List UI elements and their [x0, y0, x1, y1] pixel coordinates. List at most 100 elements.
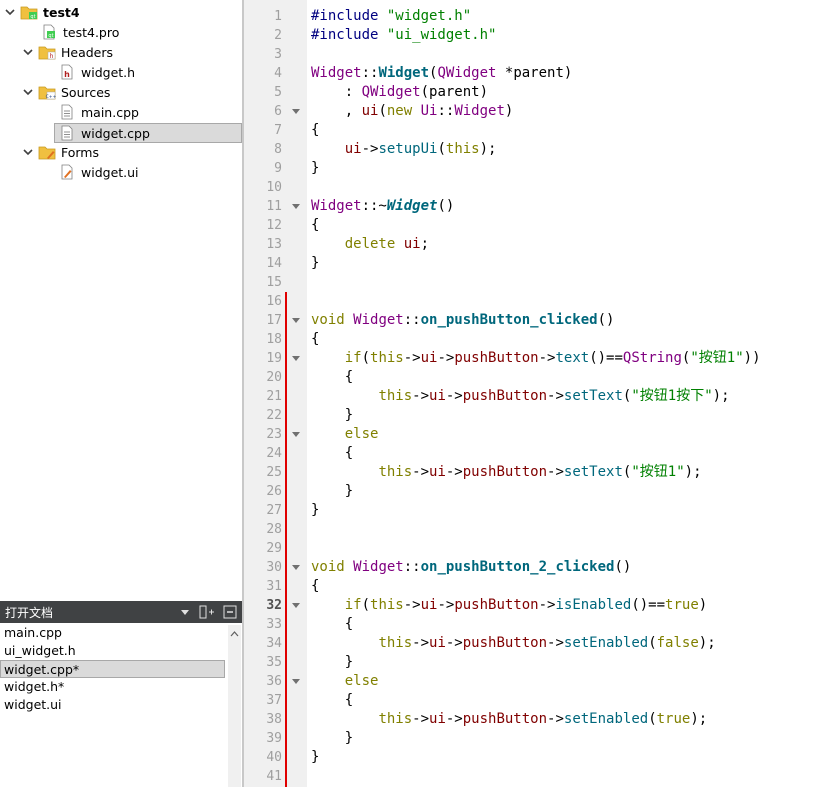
code-token: parent)	[513, 65, 573, 81]
code-line: #include "ui_widget.h"	[311, 26, 496, 45]
code-line: {	[311, 216, 319, 235]
tree-item-pro-file[interactable]: qt test4.pro	[40, 22, 119, 42]
code-line: void Widget::on_pushButton_2_clicked()	[311, 558, 631, 577]
code-token: setupUi	[378, 141, 438, 157]
code-token: ui	[420, 350, 438, 366]
code-token: ()==	[631, 597, 666, 613]
sources-label: Sources	[61, 84, 111, 100]
code-token: ui	[420, 597, 438, 613]
open-document-item[interactable]: widget.h*	[0, 678, 225, 696]
code-line: {	[311, 444, 353, 463]
project-name: test4	[43, 4, 80, 20]
code-line: this->ui->pushButton->setText("按钮1");	[311, 463, 702, 482]
code-token: this	[378, 711, 413, 727]
code-line: }	[311, 254, 319, 273]
close-panel-icon[interactable]	[223, 605, 237, 622]
code-token: );	[684, 464, 702, 480]
fold-arrow-icon[interactable]	[292, 356, 300, 361]
chevron-down-icon[interactable]	[22, 146, 34, 158]
code-token: ->	[445, 635, 463, 651]
code-token: ->	[547, 711, 564, 727]
tree-item-widget-h[interactable]: h widget.h	[58, 62, 135, 82]
chevron-down-icon[interactable]	[22, 46, 34, 58]
line-number-gutter: 1 2 3 4 5 6 7 8 9 10 11 12 13 14 15 16 17 18 19 20 21 22 23 24 2…	[244, 0, 287, 787]
open-document-item[interactable]: ui_widget.h	[0, 642, 225, 660]
code-token: Widget	[378, 65, 430, 81]
headers-label: Headers	[61, 44, 114, 60]
code-token: ->	[445, 464, 463, 480]
line-number: 13	[266, 237, 282, 252]
code-line: , ui(new Ui::Widget)	[311, 102, 514, 121]
cpp-file-icon	[58, 104, 76, 120]
fold-arrow-icon[interactable]	[292, 603, 300, 608]
open-document-item[interactable]: widget.cpp*	[0, 660, 225, 678]
line-number: 25	[266, 465, 282, 480]
code-token: setText	[563, 388, 623, 404]
scroll-up-icon[interactable]	[228, 628, 241, 640]
code-token: Widget	[454, 103, 505, 119]
tree-item-widget-cpp[interactable]: widget.cpp	[54, 123, 242, 143]
code-line: }	[311, 159, 319, 178]
code-token: {	[311, 369, 354, 385]
tree-item-headers[interactable]: h Headers	[22, 42, 113, 62]
open-documents-scrollbar[interactable]	[228, 625, 241, 787]
qt-pro-file-icon: qt	[40, 24, 58, 40]
code-line: : QWidget(parent)	[311, 83, 488, 102]
tree-item-sources[interactable]: C++ Sources	[22, 82, 110, 102]
code-token: {	[311, 578, 320, 594]
code-token: else	[344, 673, 379, 689]
fold-arrow-icon[interactable]	[292, 679, 300, 684]
code-token: true	[656, 711, 691, 727]
code-token: ,	[311, 103, 362, 119]
code-token: true	[665, 597, 699, 613]
code-token: ->	[403, 350, 421, 366]
code-token: setEnabled	[563, 711, 649, 727]
fold-arrow-icon[interactable]	[292, 318, 300, 323]
source-file-label: main.cpp	[81, 104, 139, 120]
dropdown-arrow-icon[interactable]	[181, 606, 189, 621]
line-number: 19	[266, 351, 282, 366]
tree-item-forms[interactable]: Forms	[22, 142, 99, 162]
chevron-down-icon[interactable]	[22, 86, 34, 98]
open-document-item[interactable]: widget.ui	[0, 696, 225, 714]
open-document-item[interactable]: main.cpp	[0, 624, 225, 642]
chevron-down-icon[interactable]	[4, 6, 16, 18]
line-number: 26	[266, 484, 282, 499]
code-token: );	[698, 635, 716, 651]
tree-item-project[interactable]: qt test4	[4, 2, 240, 22]
code-token: {	[311, 692, 354, 708]
pro-file-label: test4.pro	[63, 24, 120, 40]
line-number: 40	[266, 750, 282, 765]
tree-item-main-cpp[interactable]: main.cpp	[58, 102, 139, 122]
code-token: }	[311, 654, 354, 670]
code-token: ->	[547, 388, 564, 404]
line-number: 30	[266, 560, 282, 575]
fold-arrow-icon[interactable]	[292, 432, 300, 437]
cpp-file-icon	[58, 125, 76, 141]
split-icon[interactable]	[199, 605, 215, 622]
code-token: ::	[437, 103, 455, 119]
line-number: 7	[274, 123, 282, 138]
code-line: this->ui->pushButton->setEnabled(true);	[311, 710, 707, 729]
code-editor[interactable]: #include "widget.h" #include "ui_widget.h…	[311, 0, 837, 787]
line-number: 32	[266, 598, 282, 613]
code-token: ui	[429, 388, 446, 404]
code-token: ui	[403, 236, 421, 252]
code-token: ->	[538, 597, 556, 613]
fold-arrow-icon[interactable]	[292, 565, 300, 570]
code-token: pushButton	[462, 711, 548, 727]
code-token: *	[496, 65, 514, 81]
tree-item-widget-ui[interactable]: widget.ui	[58, 162, 139, 182]
code-token: }	[311, 749, 320, 765]
line-number: 14	[266, 256, 282, 271]
fold-arrow-icon[interactable]	[292, 204, 300, 209]
code-token: void	[311, 559, 345, 575]
code-token: :	[311, 84, 362, 100]
fold-arrow-icon[interactable]	[292, 109, 300, 114]
code-line: }	[311, 482, 353, 501]
code-token: ->	[547, 464, 564, 480]
code-token: pushButton	[454, 597, 539, 613]
code-token: ->	[538, 350, 556, 366]
code-token: delete	[344, 236, 396, 252]
